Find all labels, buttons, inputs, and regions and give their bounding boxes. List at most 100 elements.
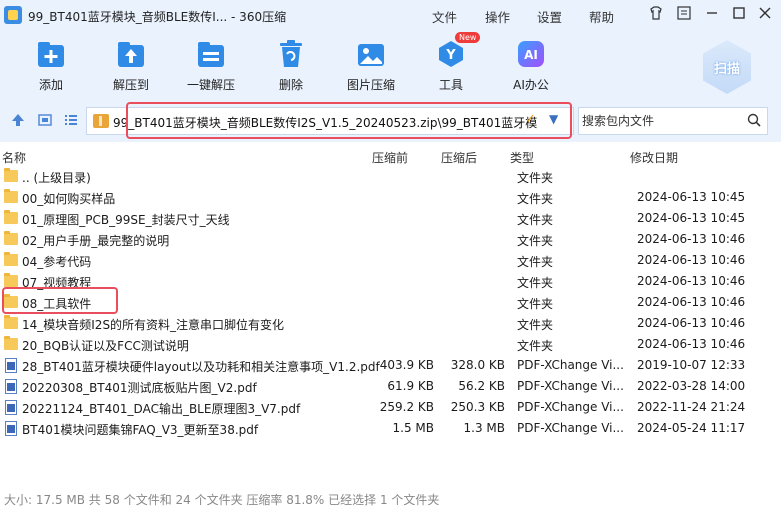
new-badge: New [455,32,481,43]
column-modified[interactable]: 修改日期 [630,149,678,166]
file-row[interactable]: BT401模块问题集锦FAQ_V3_更新至38.pdf 1.5 MB 1.3 MB P… [0,418,781,439]
pdf-file-icon [5,358,17,373]
folder-icon [4,210,18,224]
file-modified: 2022-11-24 21:24 [637,400,746,414]
pdf-file-icon [5,400,17,415]
file-list-header: 名称 压缩前 压缩后 类型 修改日期 [0,146,781,166]
scan-button[interactable]: 扫描 [700,34,754,98]
tools-label: 工具 [438,78,463,92]
folder-icon [4,189,18,203]
close-icon[interactable] [755,5,775,25]
image-compress-label: 图片压缩 [346,78,395,92]
delete-label: 删除 [278,78,303,92]
menu-help[interactable]: 帮助 [589,7,614,26]
file-row[interactable]: 20221124_BT401_DAC输出_BLE原理图3_V7.pdf 259.2… [0,397,781,418]
pdf-file-icon [5,421,17,436]
menu-operate[interactable]: 操作 [485,7,510,26]
file-modified: 2019-10-07 12:33 [637,358,746,372]
folder-row[interactable]: 20_BQB认证以及FCC测试说明 文件夹 2024-06-13 10:46 [0,334,781,355]
one-click-extract-label: 一键解压 [186,78,235,92]
file-type: PDF-XChange Vi... [517,421,624,435]
file-packed-size: 250.3 KB [450,400,505,414]
add-icon [35,38,67,70]
main-toolbar: 添加 解压到 一键解压 删除 图片压缩 Y New 工具 AI AI办公 扫描 [0,32,781,100]
file-modified: 2024-06-13 10:46 [637,253,746,267]
search-icon[interactable] [747,113,761,127]
column-packed[interactable]: 压缩后 [441,149,477,166]
view-list-icon[interactable] [63,113,79,129]
file-name: 20_BQB认证以及FCC测试说明 [22,339,189,353]
up-arrow-icon[interactable] [10,113,26,129]
folder-icon [4,273,18,287]
file-name: 20220308_BT401测试底板贴片图_V2.pdf [22,381,257,395]
file-type: 文件夹 [517,297,554,311]
svg-text:AI: AI [524,48,538,62]
file-type: 文件夹 [517,318,554,332]
folder-icon [4,252,18,266]
svg-text:Y: Y [445,48,456,63]
delete-button[interactable]: 删除 [251,34,331,98]
file-modified: 2024-06-13 10:46 [637,337,746,351]
file-packed-size: 328.0 KB [450,358,505,372]
image-compress-button[interactable]: 图片压缩 [331,34,411,98]
folder-icon [4,336,18,350]
file-size: 1.5 MB [392,421,434,435]
menu-settings[interactable]: 设置 [537,7,562,26]
scan-label: 扫描 [713,62,740,77]
search-input[interactable] [579,108,739,134]
status-text: 大小: 17.5 MB 共 58 个文件和 24 个文件夹 压缩率 81.8% … [4,493,440,507]
file-name: 00_如何购买样品 [22,192,116,206]
file-packed-size: 56.2 KB [458,379,505,393]
window-title: 99_BT401蓝牙模块_音频BLE数传I... - 360压缩 [28,10,287,24]
file-packed-size: 1.3 MB [463,421,505,435]
file-name: 20221124_BT401_DAC输出_BLE原理图3_V7.pdf [22,402,301,416]
menu-file[interactable]: 文件 [432,7,457,26]
path-highlight-box [126,102,572,139]
search-box [578,107,768,135]
file-type: 文件夹 [517,213,554,227]
extract-to-button[interactable]: 解压到 [91,34,171,98]
folder-row[interactable]: 14_模块音频I2S的所有资料_注意串口脚位有变化 文件夹 2024-06-13 1… [0,313,781,334]
extract-to-label: 解压到 [112,78,149,92]
folder-row[interactable]: 02_用户手册_最完整的说明 文件夹 2024-06-13 10:46 [0,229,781,250]
selected-folder-highlight [2,287,118,314]
skin-icon[interactable] [646,5,666,25]
file-size: 259.2 KB [379,400,434,414]
menu-list-icon[interactable] [674,5,694,25]
file-type: 文件夹 [517,276,554,290]
add-label: 添加 [38,78,63,92]
tools-button[interactable]: Y New 工具 [411,32,491,98]
column-type[interactable]: 类型 [510,149,534,166]
file-type: PDF-XChange Vi... [517,358,624,372]
file-type: 文件夹 [517,192,554,206]
extract-to-icon [115,38,147,70]
file-row[interactable]: 28_BT401蓝牙模块硬件layout以及功耗和相关注意事项_V1.2.pdf… [0,355,781,376]
ai-office-button[interactable]: AI AI办公 [491,34,571,98]
folder-row[interactable]: 04_参考代码 文件夹 2024-06-13 10:46 [0,250,781,271]
folder-row[interactable]: .. (上级目录) 文件夹 [0,166,781,187]
file-modified: 2024-06-13 10:46 [637,274,746,288]
column-name[interactable]: 名称 [2,149,26,166]
folder-icon [4,168,18,182]
minimize-icon[interactable] [702,5,722,25]
file-name: BT401模块问题集锦FAQ_V3_更新至38.pdf [22,423,259,437]
maximize-icon[interactable] [729,5,749,25]
column-size[interactable]: 压缩前 [372,149,408,166]
app-logo-icon [4,6,22,24]
file-name: 14_模块音频I2S的所有资料_注意串口脚位有变化 [22,318,285,332]
add-button[interactable]: 添加 [11,34,91,98]
folder-row[interactable]: 00_如何购买样品 文件夹 2024-06-13 10:45 [0,187,781,208]
file-modified: 2024-06-13 10:46 [637,232,746,246]
folder-row[interactable]: 01_原理图_PCB_99SE_封装尺寸_天线 文件夹 2024-06-13 10:… [0,208,781,229]
file-modified: 2024-06-13 10:45 [637,190,746,204]
file-row[interactable]: 20220308_BT401测试底板贴片图_V2.pdf 61.9 KB 56.2 … [0,376,781,397]
view-thumbnail-icon[interactable] [37,113,53,129]
file-modified: 2024-06-13 10:45 [637,211,746,225]
file-name: 04_参考代码 [22,255,92,269]
file-type: 文件夹 [517,339,554,353]
file-modified: 2022-03-28 14:00 [637,379,746,393]
one-click-extract-button[interactable]: 一键解压 [171,34,251,98]
file-type: 文件夹 [517,171,554,185]
folder-icon [4,231,18,245]
file-name: 28_BT401蓝牙模块硬件layout以及功耗和相关注意事项_V1.2.pdf [22,360,380,374]
